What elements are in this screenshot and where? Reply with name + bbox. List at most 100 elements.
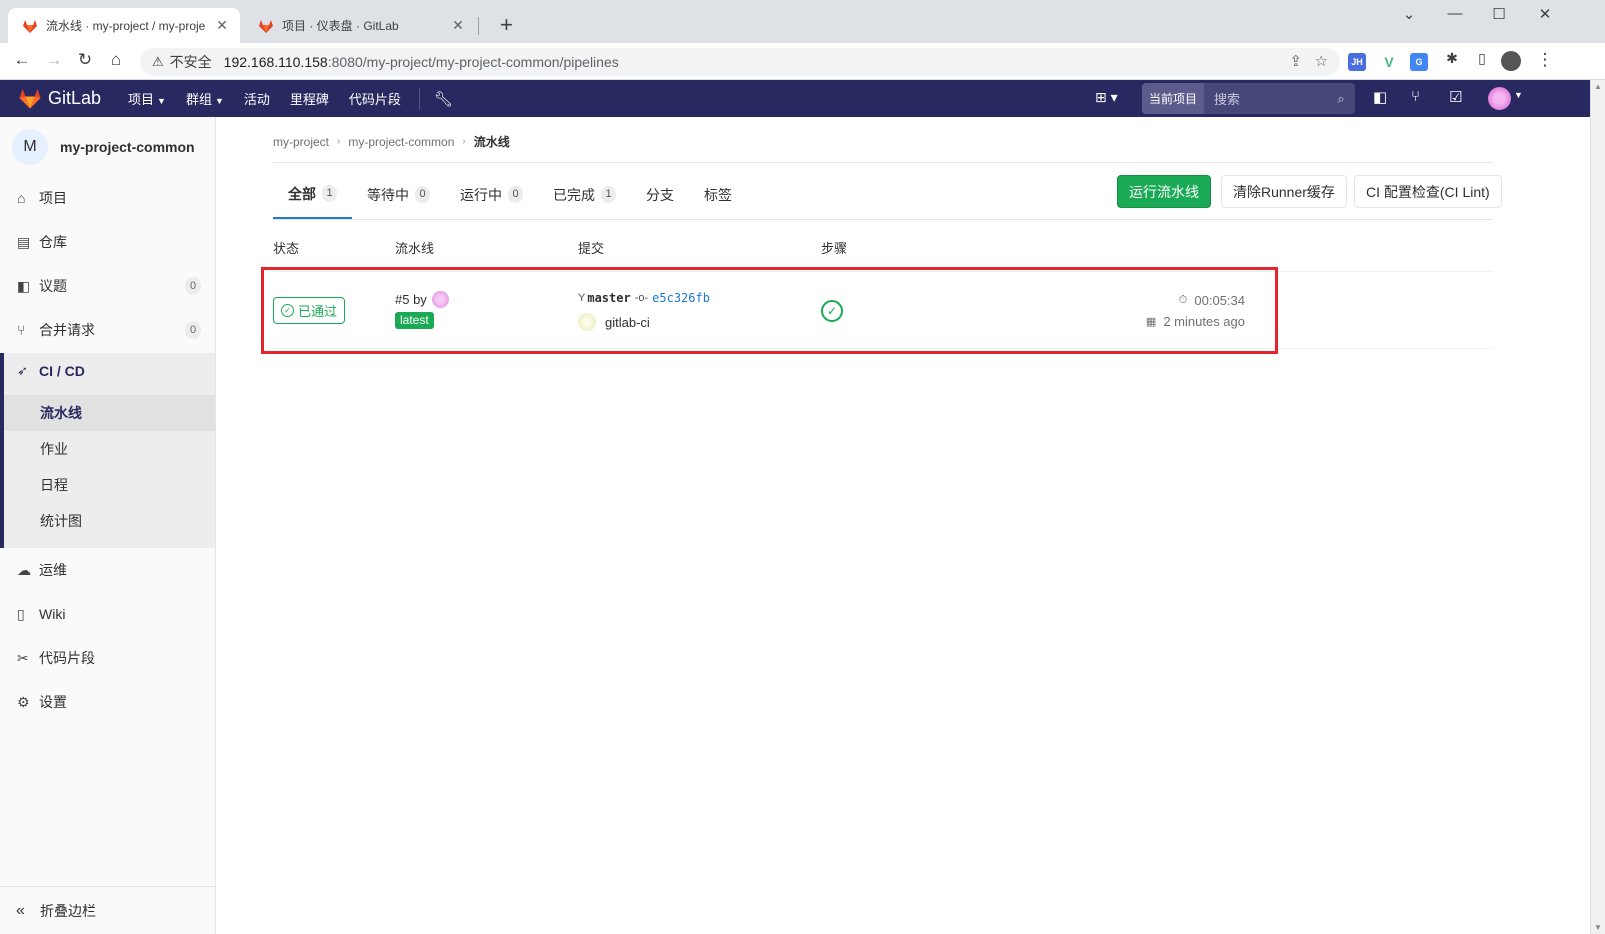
tab-label: 等待中 [367, 186, 409, 203]
tab-tags[interactable]: 标签 [689, 170, 747, 219]
minimize-button[interactable]: — [1432, 5, 1478, 22]
sidebar-item-label: CI / CD [39, 363, 85, 379]
close-tab-icon[interactable]: ✕ [214, 17, 230, 34]
gitlab-favicon-icon [259, 19, 273, 33]
sidebar-item-label: 仓库 [39, 234, 67, 250]
admin-wrench-icon[interactable]: 🔧︎ [434, 90, 453, 108]
sidebar-project-header[interactable]: M my-project-common [12, 129, 195, 165]
sidebar-sub-pipelines[interactable]: 流水线 [4, 395, 215, 431]
chevron-right-icon: › [337, 136, 341, 147]
extension-jh-icon[interactable]: JH [1348, 53, 1366, 71]
tab-count: 1 [322, 185, 337, 202]
sidebar-item-label: 设置 [39, 694, 67, 710]
forward-button[interactable]: → [42, 50, 66, 70]
divider [273, 162, 1493, 163]
issues-icon[interactable]: ◧ [1373, 88, 1387, 106]
tab-running[interactable]: 运行中 0 [445, 170, 538, 219]
scroll-down-arrow-icon[interactable]: ▼ [1594, 923, 1602, 932]
tab-count: 0 [415, 186, 430, 203]
sidebar-item-operations[interactable]: ☁ 运维 [0, 548, 215, 592]
tab-search-icon[interactable]: ⌄ [1386, 5, 1432, 23]
chevron-down-icon: ▼ [157, 96, 166, 106]
breadcrumb-item[interactable]: my-project [273, 135, 329, 149]
gitlab-home-link[interactable]: GitLab [18, 86, 101, 110]
merge-request-icon[interactable]: ⑂ [1411, 88, 1420, 105]
sidebar-sub-charts[interactable]: 统计图 [4, 503, 215, 539]
gitlab-main-nav: 项目 ▼ 群组 ▼ 活动 里程碑 代码片段 🔧︎ [128, 80, 453, 117]
sidebar-item-label: 议题 [39, 278, 67, 294]
chevron-down-icon[interactable]: ▼ [1514, 90, 1523, 100]
tab-finished[interactable]: 已完成 1 [538, 170, 631, 219]
security-label[interactable]: 不安全 [170, 52, 212, 72]
side-panel-icon[interactable]: ▯ [1470, 50, 1494, 67]
todo-icon[interactable]: ☑ [1449, 88, 1462, 106]
double-chevron-left-icon: « [16, 901, 25, 919]
close-window-button[interactable]: ✕ [1522, 5, 1568, 23]
sidebar-item-project[interactable]: ⌂ 项目 [0, 176, 215, 220]
page-scrollbar[interactable]: ▲ ▼ [1590, 80, 1605, 934]
sidebar-sub-schedules[interactable]: 日程 [4, 467, 215, 503]
home-button[interactable]: ⌂ [104, 50, 128, 70]
run-pipeline-button[interactable]: 运行流水线 [1117, 175, 1211, 208]
reload-button[interactable]: ↻ [73, 50, 97, 70]
sidebar-item-label: 运维 [39, 562, 67, 578]
new-tab-button[interactable]: + [500, 13, 513, 37]
browser-tab-dashboard[interactable]: 项目 · 仪表盘 · GitLab ✕ [244, 8, 476, 43]
browser-tab-title: 项目 · 仪表盘 · GitLab [282, 19, 399, 33]
tab-all[interactable]: 全部 1 [273, 170, 352, 219]
tab-count: 1 [601, 186, 616, 203]
sidebar-item-merge-requests[interactable]: ⑂ 合并请求 0 [0, 308, 215, 352]
extension-vue-icon[interactable]: V [1380, 53, 1398, 71]
extensions-puzzle-icon[interactable]: ✱ [1440, 50, 1464, 67]
sidebar-item-settings[interactable]: ⚙ 设置 [0, 680, 215, 724]
close-tab-icon[interactable]: ✕ [450, 17, 466, 34]
browser-toolbar: ← → ↻ ⌂ ⚠ 不安全 192.168.110.158 :8080/my-p… [0, 43, 1605, 80]
address-bar[interactable]: ⚠ 不安全 192.168.110.158 :8080/my-project/m… [140, 48, 1340, 76]
column-header-pipeline: 流水线 [395, 241, 435, 256]
search-scope[interactable]: 当前项目 [1142, 83, 1205, 114]
warning-icon[interactable]: ⚠ [152, 54, 164, 70]
scroll-up-arrow-icon[interactable]: ▲ [1594, 82, 1602, 91]
tab-branches[interactable]: 分支 [631, 170, 689, 219]
search-icon[interactable]: ⌕ [1327, 91, 1355, 107]
browser-tab-pipelines[interactable]: 流水线 · my-project / my-proje ✕ [8, 8, 240, 43]
nav-milestones[interactable]: 里程碑 [290, 89, 329, 108]
url-path: :8080/my-project/my-project-common/pipel… [327, 54, 619, 70]
clear-runner-cache-button[interactable]: 清除Runner缓存 [1221, 175, 1347, 208]
nav-activity[interactable]: 活动 [244, 89, 270, 108]
sidebar-item-issues[interactable]: ◧ 议题 0 [0, 264, 215, 308]
nav-groups[interactable]: 群组 ▼ [186, 89, 224, 108]
tab-label: 分支 [646, 186, 674, 203]
browser-menu-icon[interactable]: ⋮ [1533, 50, 1557, 70]
count-badge: 0 [185, 321, 201, 339]
sidebar-item-repository[interactable]: ▤ 仓库 [0, 220, 215, 264]
profile-avatar[interactable] [1501, 51, 1521, 71]
share-bookmark-icons[interactable]: ⇪ ☆ [1289, 52, 1328, 70]
extension-translate-icon[interactable]: G [1410, 53, 1428, 71]
sidebar-item-snippets[interactable]: ✂ 代码片段 [0, 636, 215, 680]
search-input[interactable]: 搜索 [1204, 89, 1327, 108]
nav-projects[interactable]: 项目 ▼ [128, 89, 166, 108]
sidebar-item-label: 合并请求 [39, 322, 95, 338]
maximize-button[interactable]: ☐ [1476, 5, 1522, 23]
user-avatar[interactable] [1488, 87, 1511, 110]
nav-snippets[interactable]: 代码片段 [349, 89, 401, 108]
scissors-icon: ✂ [17, 649, 29, 666]
breadcrumb-item[interactable]: my-project-common [348, 135, 454, 149]
collapse-sidebar-button[interactable]: « 折叠边栏 [0, 886, 215, 934]
back-button[interactable]: ← [10, 50, 34, 70]
sidebar-item-wiki[interactable]: ▯ Wiki [0, 592, 215, 636]
chevron-down-icon: ▼ [214, 96, 224, 106]
breadcrumb-current[interactable]: 流水线 [474, 133, 510, 150]
sidebar-item-cicd[interactable]: ➶ CI / CD [17, 363, 85, 379]
search-box[interactable]: 当前项目 搜索 ⌕ [1142, 83, 1355, 114]
new-item-plus-icon[interactable]: ⊞ ▾ [1095, 89, 1118, 106]
cloud-gear-icon: ☁ [17, 561, 31, 578]
tab-pending[interactable]: 等待中 0 [352, 170, 445, 219]
breadcrumb: my-project › my-project-common › 流水线 [273, 133, 510, 150]
gitlab-logo-icon [19, 89, 41, 109]
annotation-highlight-box [261, 267, 1278, 354]
sidebar-sub-jobs[interactable]: 作业 [4, 431, 215, 467]
sidebar-item-label: 代码片段 [39, 650, 95, 666]
ci-lint-button[interactable]: CI 配置检查(CI Lint) [1354, 175, 1502, 208]
